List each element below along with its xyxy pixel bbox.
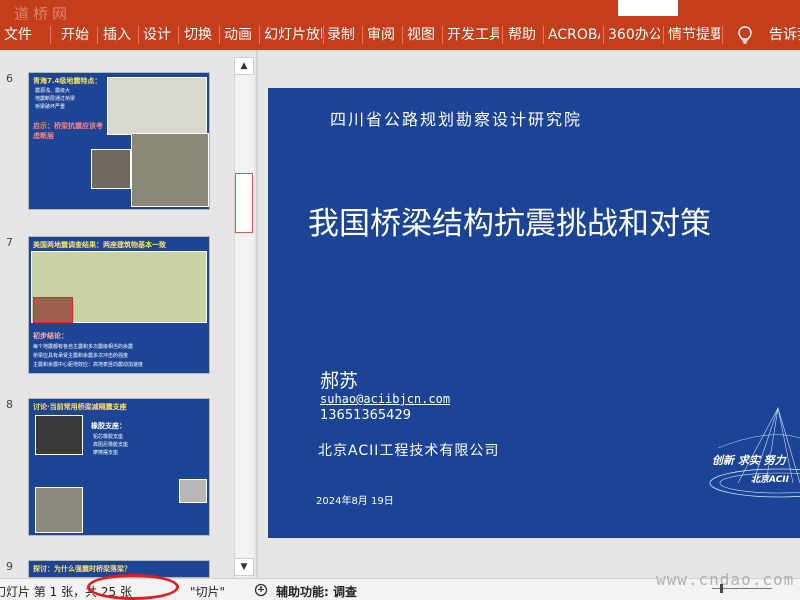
thumbnail-highlight: 启示：桥梁抗震应该考虑断层 — [33, 122, 103, 140]
tab-separator — [138, 26, 139, 44]
thumbnail-slide-6[interactable]: 青海7.4级地震特点： 震源浅、震级大 地震断层通过桥梁 桥梁破坏严重 启示：桥… — [28, 72, 210, 210]
lightbulb-icon[interactable] — [736, 25, 754, 45]
thumbnail-bullet: 主震和余震中心距地效应：高地表竖向震动加速度 — [33, 362, 144, 368]
thumbnail-scrollbar[interactable] — [234, 57, 254, 577]
tab-separator — [219, 26, 220, 44]
tell-me-search[interactable]: 告诉我 — [769, 20, 800, 50]
tab-storyboard[interactable]: 情节提要 — [668, 20, 720, 50]
tab-home[interactable]: 开始 — [61, 20, 93, 50]
thumbnail-bullet: 每个地震都有各自主震和多次震级相当的余震 — [33, 344, 134, 350]
tab-separator — [402, 26, 403, 44]
thumbnail-heading: 美国两地震调查结果：两座建筑物基本一致 — [33, 241, 166, 249]
thumbnail-photo — [35, 415, 83, 455]
tab-help[interactable]: 帮助 — [508, 20, 540, 50]
tab-design[interactable]: 设计 — [143, 20, 175, 50]
tab-file[interactable]: 文件 — [4, 20, 36, 50]
main-slide-canvas[interactable]: 四川省公路规划勘察设计研究院 我国桥梁结构抗震挑战和对策 郝苏 suhao@ac… — [268, 88, 800, 538]
tab-slideshow[interactable]: 幻灯片放映 — [264, 20, 322, 50]
tab-transitions[interactable]: 切换 — [184, 20, 216, 50]
thumbnail-number: 9 — [6, 560, 13, 573]
tab-separator — [50, 26, 51, 44]
ribbon-tab-bar: 文件 开始 插入 设计 切换 动画 幻灯片放映 录制 审阅 视图 开发工具 帮助… — [0, 20, 800, 50]
company-logo-text: 北京ACII — [751, 475, 789, 485]
tab-acrobat[interactable]: ACROBAT — [548, 20, 600, 50]
tab-separator — [323, 26, 324, 44]
scroll-down-button[interactable]: ▼ — [234, 558, 254, 576]
thumbnail-number: 8 — [6, 398, 13, 411]
thumbnail-photo — [179, 479, 207, 503]
accessibility-status[interactable]: 辅助功能: 调查 — [276, 583, 357, 600]
slide-company[interactable]: 北京ACII工程技术有限公司 — [318, 440, 499, 460]
tab-separator — [178, 26, 179, 44]
thumbnail-highlight: 初步结论： — [33, 332, 68, 340]
thumbnail-photo — [131, 133, 209, 207]
tab-insert[interactable]: 插入 — [103, 20, 135, 50]
watermark-url: www.cndao.com — [656, 570, 795, 589]
thumbnail-bullet: 桥梁应具有承受主震和余震多次冲击的强度 — [33, 353, 129, 359]
thumbnail-bullet: 铅芯橡胶支座 — [93, 434, 124, 440]
watermark-logo: 道桥网 — [14, 5, 72, 23]
tab-record[interactable]: 录制 — [327, 20, 359, 50]
thumbnail-bullet: 桥梁破坏严重 — [35, 104, 66, 110]
thumbnail-number: 7 — [6, 236, 13, 249]
thumbnail-photo — [33, 297, 73, 323]
scroll-up-button[interactable]: ▲ — [234, 57, 254, 75]
thumbnail-heading: 探讨：为什么强震时桥梁落梁？ — [33, 565, 131, 573]
thumbnail-bullet: 摩擦摆支座 — [93, 450, 119, 456]
slide-motto: 创新 求实 努力 — [712, 454, 786, 467]
tab-separator — [362, 26, 363, 44]
scrollbar-thumb[interactable] — [235, 173, 253, 233]
ribbon-search-box[interactable] — [618, 0, 678, 16]
thumbnail-bullet: 地震断层通过桥梁 — [35, 96, 76, 102]
slide-institute-text[interactable]: 四川省公路规划勘察设计研究院 — [330, 106, 582, 130]
thumbnail-photo — [35, 487, 83, 533]
slide-phone[interactable]: 13651365429 — [320, 408, 411, 423]
thumbnail-heading: 青海7.4级地震特点： — [33, 77, 102, 85]
tab-separator — [442, 26, 443, 44]
thumbnail-heading: 讨论·当前常用桥梁减隔震支座 — [33, 403, 127, 411]
tab-view[interactable]: 视图 — [407, 20, 439, 50]
title-bar — [0, 0, 800, 20]
thumbnail-slide-7[interactable]: 美国两地震调查结果：两座建筑物基本一致 初步结论： 每个地震都有各自主震和多次震… — [28, 236, 210, 374]
zoom-slider-knob[interactable] — [720, 584, 723, 593]
tab-animations[interactable]: 动画 — [224, 20, 256, 50]
tab-separator — [97, 26, 98, 44]
thumbnail-bullet: 震源浅、震级大 — [35, 88, 71, 94]
slide-author[interactable]: 郝苏 — [320, 366, 358, 393]
pane-divider[interactable] — [256, 50, 258, 578]
tab-developer[interactable]: 开发工具 — [447, 20, 499, 50]
red-annotation-circle — [87, 574, 179, 600]
tab-separator — [722, 26, 723, 44]
tab-separator — [259, 26, 260, 44]
tab-360office[interactable]: 360办公 — [608, 20, 660, 50]
thumbnail-highlight: 橡胶支座： — [91, 422, 126, 430]
section-name: "切片" — [190, 585, 226, 599]
accessibility-icon[interactable] — [254, 583, 268, 597]
tab-separator — [663, 26, 664, 44]
thumbnail-bullet: 高阻尼橡胶支座 — [93, 442, 129, 448]
slide-email-link[interactable]: suhao@aciibjcn.com — [320, 392, 450, 406]
slide-title[interactable]: 我国桥梁结构抗震挑战和对策 — [308, 198, 711, 243]
thumbnail-number: 6 — [6, 72, 13, 85]
thumbnail-map-image — [107, 77, 207, 135]
tab-review[interactable]: 审阅 — [367, 20, 399, 50]
tab-separator — [543, 26, 544, 44]
thumbnail-photo — [91, 149, 131, 189]
thumbnail-slide-8[interactable]: 讨论·当前常用桥梁减隔震支座 橡胶支座： 铅芯橡胶支座 高阻尼橡胶支座 摩擦摆支… — [28, 398, 210, 536]
tab-separator — [502, 26, 503, 44]
tab-separator — [603, 26, 604, 44]
slide-date[interactable]: 2024年8月 19日 — [316, 492, 394, 507]
